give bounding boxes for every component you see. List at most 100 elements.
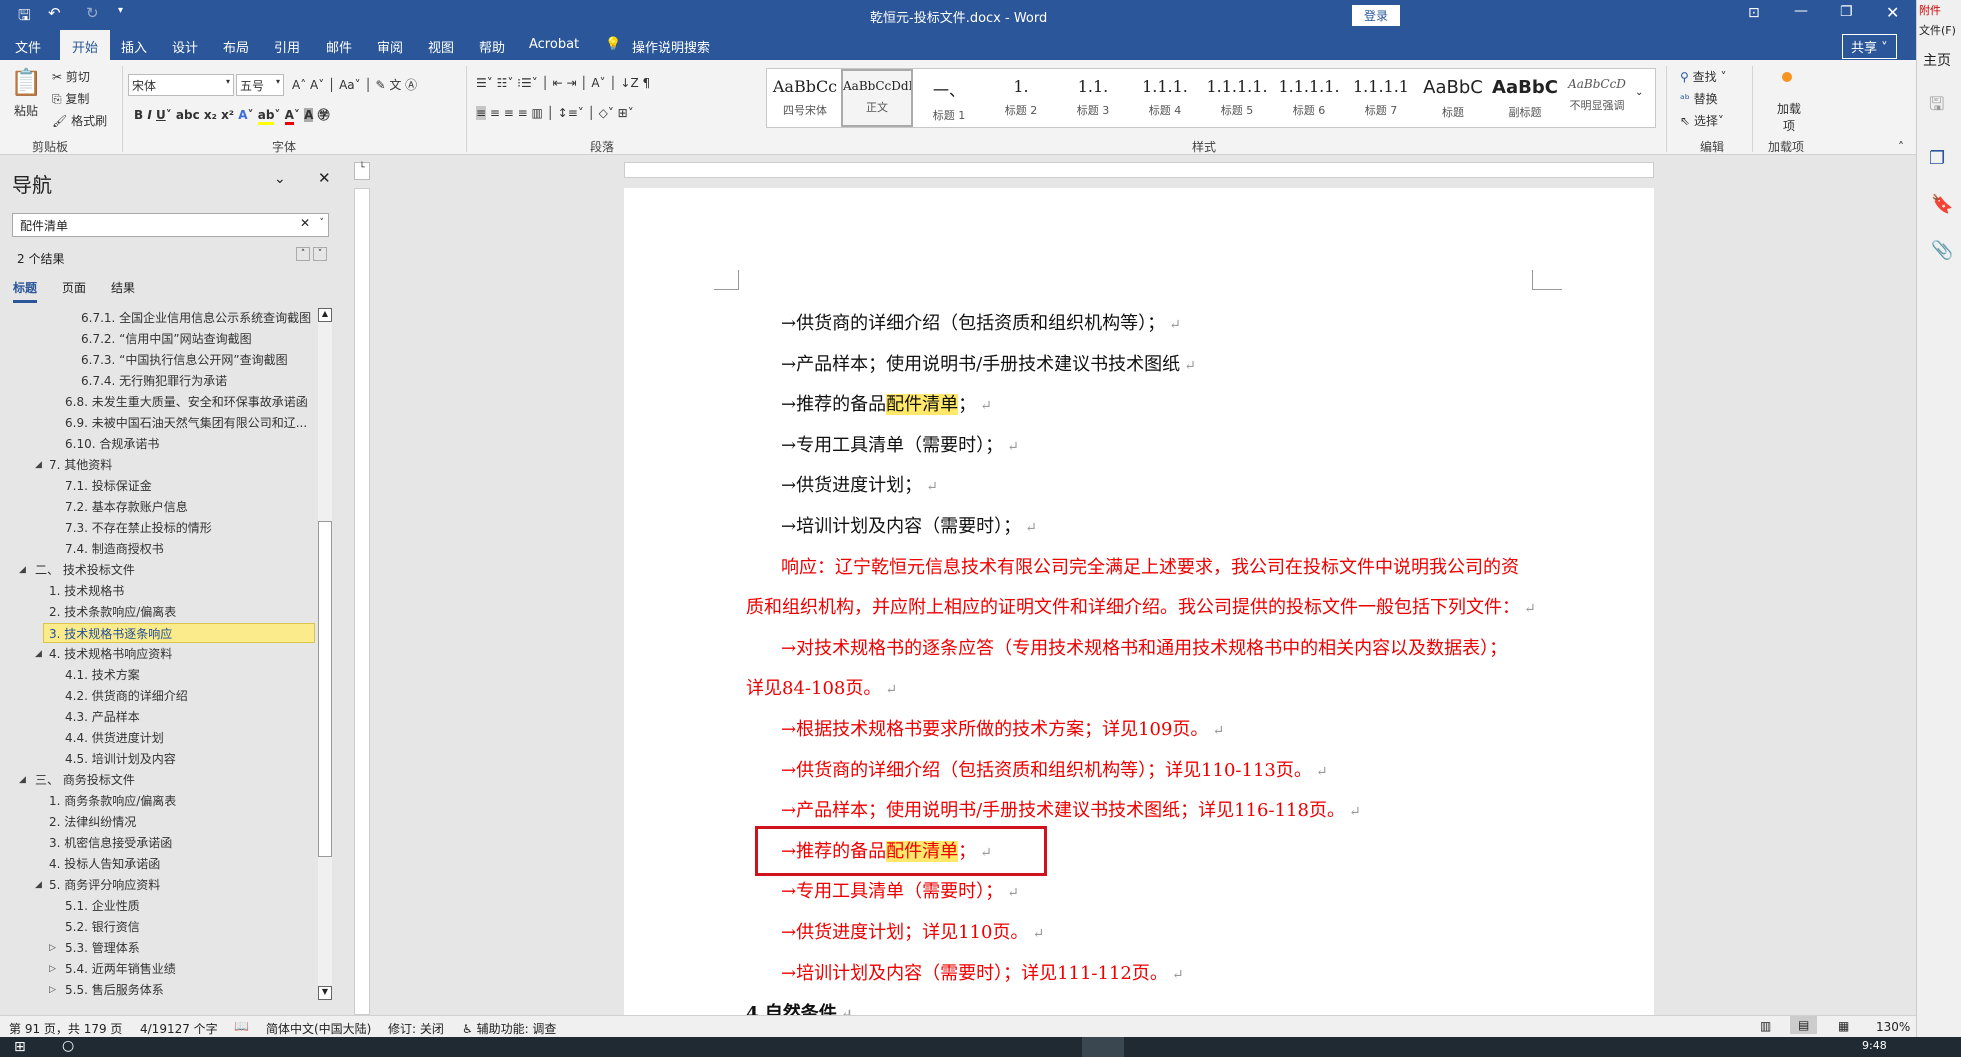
style-item[interactable]: 1.1.1.1 标题 7 [1345, 69, 1417, 127]
tab-design[interactable]: 设计 [172, 37, 198, 56]
document-paragraph[interactable]: 详见84-108页。 ↵ [746, 674, 897, 700]
nav-heading-item[interactable]: 4.4. 供货进度计划 [65, 728, 164, 748]
find-button[interactable]: ⚲ 查找 ˅ [1680, 68, 1726, 85]
style-item[interactable]: 1.1.1.1. 标题 5 [1201, 69, 1273, 127]
nav-heading-item[interactable]: 6.7.1. 全国企业信用信息公示系统查询截图 [81, 308, 311, 328]
scroll-thumb[interactable] [318, 521, 332, 857]
style-item-selected[interactable]: AaBbCcDdI 正文 [841, 69, 913, 127]
style-item[interactable]: AaBbC 副标题 [1489, 69, 1561, 127]
style-item[interactable]: AaBbCcD 不明显强调 [1561, 69, 1633, 127]
tab-selector[interactable]: └ [354, 162, 370, 180]
pages-icon[interactable]: ❐ [1929, 148, 1945, 169]
expand-icon[interactable]: ▷ [49, 943, 56, 953]
nav-options-icon[interactable]: ⌄ [274, 171, 286, 187]
paste-button[interactable]: 粘贴 [14, 102, 38, 119]
expand-icon[interactable]: ▷ [49, 985, 56, 995]
nav-heading-item[interactable]: 4.3. 产品样本 [65, 707, 140, 727]
nav-scrollbar[interactable]: ▲ ▼ [318, 308, 332, 1000]
nav-heading-item[interactable]: 7.2. 基本存款账户信息 [65, 497, 188, 517]
nav-heading-item[interactable]: 7.1. 投标保证金 [65, 476, 152, 496]
tab-help[interactable]: 帮助 [479, 37, 505, 56]
style-item[interactable]: 1.1.1.1. 标题 6 [1273, 69, 1345, 127]
track-changes-status[interactable]: 修订: 关闭 [388, 1020, 444, 1037]
minimize-button[interactable]: — [1794, 3, 1808, 19]
file-menu[interactable]: 文件(F) [1919, 22, 1956, 38]
nav-heading-item[interactable]: 4.5. 培训计划及内容 [65, 749, 176, 769]
nav-heading-item[interactable]: 6.9. 未被中国石油天然气集团有限公司和辽... [65, 413, 307, 433]
scroll-up-button[interactable]: ▲ [318, 308, 332, 322]
collapse-icon[interactable]: ◢ [35, 460, 42, 470]
nav-close-icon[interactable]: ✕ [318, 169, 331, 187]
close-button[interactable]: ✕ [1886, 3, 1899, 22]
scroll-down-button[interactable]: ▼ [318, 986, 332, 1000]
list-buttons[interactable]: ☰˅ ☷˅ ⁝☰˅ │ ⇤ ⇥ │ A˅ │ ↓Z ¶ [476, 76, 650, 90]
document-paragraph[interactable]: →供货商的详细介绍（包括资质和组织机构等）； ↵ [781, 309, 1181, 335]
alignment-buttons[interactable]: ≡ ≡ ≡ ≡ ▥ │ ↕≡˅ │ ◇˅ ⊞˅ [476, 106, 634, 120]
accessibility-status[interactable]: ♿ 辅助功能: 调查 [462, 1020, 556, 1037]
collapse-icon[interactable]: ◢ [35, 649, 42, 659]
paste-icon[interactable]: 📋 [10, 68, 42, 98]
nav-heading-item[interactable]: 三、 商务投标文件 [35, 770, 135, 790]
style-item[interactable]: 1.1. 标题 3 [1057, 69, 1129, 127]
document-page[interactable]: →供货商的详细介绍（包括资质和组织机构等）； ↵ →产品样本；使用说明书/手册技术建… [624, 188, 1654, 1024]
document-paragraph[interactable]: →供货进度计划；详见110页。 ↵ [781, 918, 1044, 944]
nav-heading-item[interactable]: 5.3. 管理体系 [65, 938, 140, 958]
nav-heading-item[interactable]: 5. 商务评分响应资料 [49, 875, 160, 895]
nav-heading-item[interactable]: 6.7.4. 无行贿犯罪行为承诺 [81, 371, 227, 391]
cut-button[interactable]: ✂ 剪切 [52, 68, 90, 85]
document-paragraph[interactable]: →根据技术规格书要求所做的技术方案；详见109页。 ↵ [781, 715, 1224, 741]
document-paragraph[interactable]: →培训计划及内容（需要时）；详见111-112页。 ↵ [781, 959, 1184, 985]
document-paragraph[interactable]: →产品样本；使用说明书/手册技术建议书技术图纸；详见116-118页。 ↵ [781, 796, 1361, 822]
font-style-buttons[interactable]: B I U˅ abc x₂ x² A˅ ab˅ A˅ A ㊫ [134, 106, 330, 125]
nav-heading-item[interactable]: 5.2. 银行资信 [65, 917, 140, 937]
tab-layout[interactable]: 布局 [223, 37, 249, 56]
document-paragraph[interactable]: →专用工具清单（需要时）； ↵ [781, 877, 1019, 903]
search-icon[interactable]: ○ [62, 1038, 74, 1054]
nav-heading-item[interactable]: 7. 其他资料 [49, 455, 112, 475]
restore-button[interactable]: ❐ [1840, 4, 1853, 20]
ribbon-display-icon[interactable]: ⊡ [1748, 5, 1760, 21]
collapse-ribbon-icon[interactable]: ˄ [1898, 140, 1904, 154]
nav-tab-pages[interactable]: 页面 [62, 279, 86, 296]
nav-heading-item[interactable]: 3. 技术规格书逐条响应 [43, 623, 315, 643]
format-painter-button[interactable]: 🖌 格式刷 [52, 112, 107, 129]
style-item[interactable]: 1. 标题 2 [985, 69, 1057, 127]
document-paragraph[interactable]: 响应：辽宁乾恒元信息技术有限公司完全满足上述要求，我公司在投标文件中说明我公司的… [781, 553, 1519, 579]
nav-heading-item[interactable]: 1. 技术规格书 [49, 581, 124, 601]
nav-heading-item[interactable]: 6.7.3. “中国执行信息公开网”查询截图 [81, 350, 288, 370]
document-paragraph[interactable]: →供货商的详细介绍（包括资质和组织机构等）；详见110-113页。 ↵ [781, 756, 1328, 782]
clear-search-icon[interactable]: ✕ [300, 216, 310, 230]
share-button[interactable]: 共享 ˅ [1842, 34, 1897, 59]
save-icon[interactable]: 🖫 [18, 5, 31, 30]
font-name-select[interactable]: 宋体 ▾ [128, 74, 234, 96]
document-paragraph[interactable]: →供货进度计划； ↵ [781, 471, 938, 497]
select-button[interactable]: ⇖ 选择˅ [1680, 112, 1724, 129]
login-button[interactable]: 登录 [1352, 5, 1401, 26]
nav-heading-item[interactable]: 5.5. 售后服务体系 [65, 980, 164, 1000]
tab-file[interactable]: 文件 [15, 37, 41, 56]
tell-me-search[interactable]: 操作说明搜索 [632, 37, 710, 56]
nav-heading-item[interactable]: 4. 技术规格书响应资料 [49, 644, 172, 664]
attachment-icon[interactable]: 📎 [1931, 240, 1953, 261]
customize-qat-icon[interactable]: ▾ [118, 5, 123, 16]
home-tab[interactable]: 主页 [1923, 50, 1951, 70]
document-paragraph[interactable]: →专用工具清单（需要时）； ↵ [781, 431, 1019, 457]
nav-heading-item[interactable]: 7.3. 不存在禁止投标的情形 [65, 518, 212, 538]
nav-heading-item[interactable]: 二、 技术投标文件 [35, 560, 135, 580]
nav-tab-headings[interactable]: 标题 [13, 279, 38, 303]
start-icon[interactable]: ⊞ [14, 1039, 26, 1055]
previous-result-button[interactable]: ˄ [296, 247, 310, 261]
vertical-ruler[interactable] [354, 188, 370, 1015]
style-item[interactable]: 一、 标题 1 [913, 69, 985, 127]
word-count[interactable]: 4/19127 个字 [140, 1020, 218, 1037]
nav-heading-item[interactable]: 2. 技术条款响应/偏离表 [49, 602, 176, 622]
horizontal-ruler[interactable] [624, 162, 1654, 178]
styles-more-button[interactable]: ⌄ [1635, 87, 1643, 98]
collapse-icon[interactable]: ◢ [35, 880, 42, 890]
nav-heading-item[interactable]: 4.1. 技术方案 [65, 665, 140, 685]
undo-icon[interactable]: ↶ [48, 4, 61, 22]
zoom-level[interactable]: 130% [1876, 1020, 1910, 1034]
nav-heading-item[interactable]: 2. 法律纠纷情况 [49, 812, 136, 832]
read-mode-icon[interactable]: ▥ [1760, 1019, 1771, 1033]
tab-insert[interactable]: 插入 [121, 37, 147, 56]
